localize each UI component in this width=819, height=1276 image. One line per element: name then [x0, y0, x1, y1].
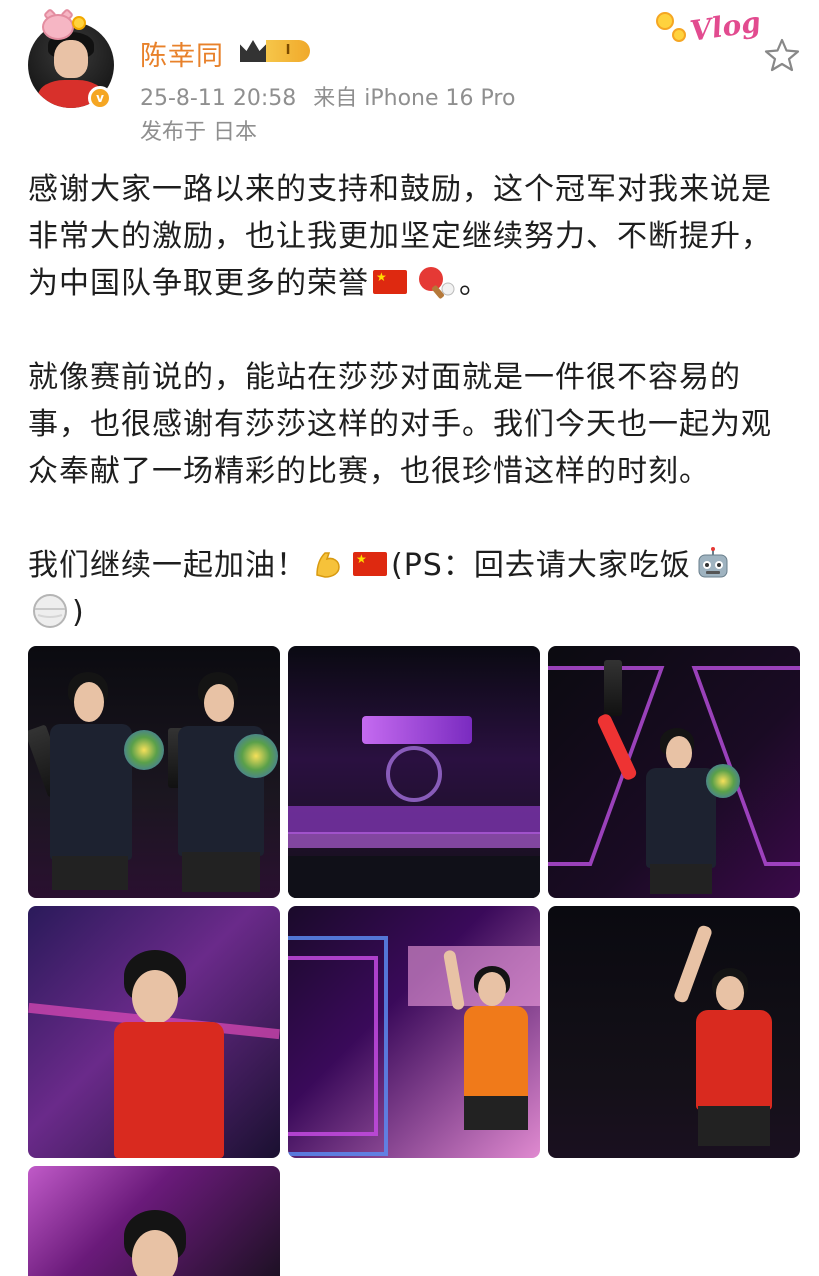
avatar-face	[54, 40, 88, 78]
photo-6[interactable]	[548, 906, 800, 1158]
paragraph-3-end: )	[72, 595, 85, 630]
crown-icon	[240, 40, 266, 62]
paragraph-1-end: 。	[459, 266, 490, 301]
username[interactable]: 陈幸同	[140, 34, 224, 73]
post-paragraph-2: 就像赛前说的，能站在莎莎对面就是一件很不容易的事，也很感谢有莎莎这样的对手。我们…	[28, 360, 772, 489]
ball-icon	[32, 593, 68, 629]
vlog-label: Vlog	[688, 5, 763, 48]
table-tennis-icon	[415, 265, 455, 299]
vlog-decoration: Vlog	[650, 4, 768, 54]
flexed-biceps-icon	[311, 547, 345, 581]
post-meta: 25-8-11 20:58 来自 iPhone 16 Pro	[140, 80, 515, 112]
robot-icon	[695, 546, 731, 581]
photo-7[interactable]	[28, 1166, 280, 1276]
paragraph-3-middle: (PS：回去请大家吃饭	[391, 548, 691, 583]
china-flag-icon	[353, 551, 387, 576]
photo-1[interactable]	[28, 646, 280, 898]
china-flag-icon	[373, 269, 407, 294]
verified-badge: v	[88, 86, 112, 110]
paragraph-3-start: 我们继续一起加油！	[28, 548, 307, 583]
post-paragraph-1: 感谢大家一路以来的支持和鼓励，这个冠军对我来说是非常大的激励，也让我更加坚定继续…	[28, 166, 798, 307]
photo-4[interactable]	[28, 906, 280, 1158]
photo-3[interactable]	[548, 646, 800, 898]
post-location: 发布于 日本	[140, 120, 257, 145]
post-timestamp: 25-8-11 20:58	[140, 86, 297, 111]
photo-2[interactable]	[288, 646, 540, 898]
photo-5[interactable]	[288, 906, 540, 1158]
member-badge[interactable]: I	[240, 38, 314, 64]
flower-icon	[656, 12, 674, 30]
post-body: 感谢大家一路以来的支持和鼓励，这个冠军对我来说是非常大的激励，也让我更加坚定继续…	[28, 166, 798, 636]
level-badge: I	[266, 40, 310, 62]
post-paragraph-3: 我们继续一起加油！ (PS：回去请大家吃饭 )	[28, 542, 798, 636]
post-source: 来自 iPhone 16 Pro	[313, 86, 516, 111]
pig-icon	[42, 7, 86, 40]
star-icon[interactable]	[764, 38, 800, 72]
flower-icon	[72, 16, 86, 30]
post-header: v 陈幸同 I 25-8-11 20:58 来自 iPhone 16 Pro 发…	[0, 0, 819, 150]
flower-icon	[672, 28, 686, 42]
